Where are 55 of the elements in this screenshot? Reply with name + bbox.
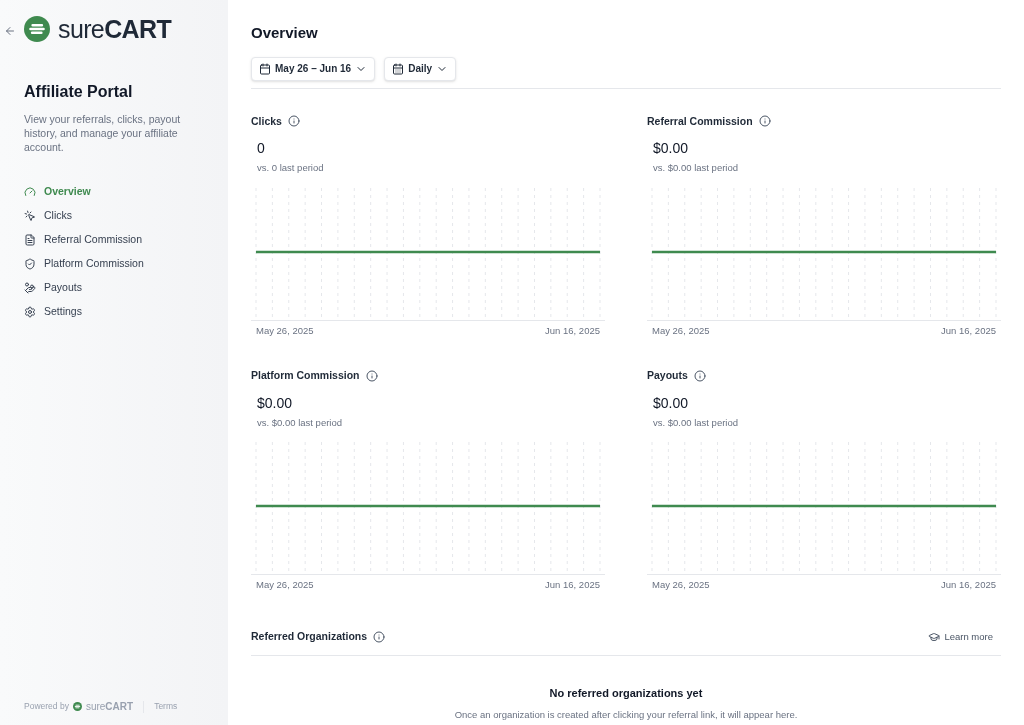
nav-item[interactable]: Settings [24,304,204,319]
logo-text: sureCART [58,16,172,42]
settings-icon [24,305,36,318]
start-date-label: May 26, 2025 [256,577,314,592]
empty-state-text: Once an organization is created after clicking your referral link, it will appear here. [454,708,798,723]
interval-dropdown[interactable]: Daily [384,56,457,81]
metric-value: $0.00 [653,395,690,410]
start-date-label: May 26, 2025 [652,577,710,592]
gauge-icon [24,185,36,198]
portal-description: View your referrals, clicks, payout history, and manage your affiliate account. [24,112,182,154]
cursor-click-icon [24,209,36,222]
info-icon[interactable] [693,369,706,382]
logo-icon [24,16,50,42]
calendar-icon [259,62,271,75]
comparison-text: vs. 0 last period [257,161,325,176]
nav-item[interactable]: Payouts [24,280,204,295]
learn-more-link[interactable]: Learn more [928,629,1001,644]
card-title: Platform Commission [251,367,360,383]
info-icon[interactable] [365,369,378,382]
start-date-label: May 26, 2025 [256,323,314,338]
date-range-dropdown[interactable]: May 26 – Jun 16 [251,56,376,81]
info-icon[interactable] [373,630,386,643]
comparison-text: vs. $0.00 last period [653,415,740,430]
portal-title: Affiliate Portal [24,82,134,102]
end-date-label: Jun 16, 2025 [941,577,996,592]
metric-value: $0.00 [653,141,690,156]
start-date-label: May 26, 2025 [652,323,710,338]
end-date-label: Jun 16, 2025 [545,577,600,592]
info-icon[interactable] [287,115,300,128]
nav-item[interactable]: Platform Commission [24,256,204,271]
end-date-label: Jun 16, 2025 [941,323,996,338]
card-title: Referral Commission [647,113,753,129]
end-date-label: Jun 16, 2025 [545,323,600,338]
metric-value: $0.00 [257,395,294,410]
section-title: Referred Organizations [251,629,368,644]
document-icon [24,233,36,246]
metric-value: 0 [257,141,266,156]
hand-coins-icon [24,281,36,294]
nav-item[interactable]: Referral Commission [24,232,204,247]
card-title: Payouts [647,367,688,383]
graduation-cap-icon [928,630,941,643]
card-title: Clicks [251,113,282,129]
calendar-icon [392,62,405,75]
shield-icon [24,257,36,270]
nav-item[interactable]: Overview [24,184,204,199]
nav-item[interactable]: Clicks [24,208,204,223]
page-title: Overview [251,23,319,43]
comparison-text: vs. $0.00 last period [257,415,344,430]
info-icon[interactable] [758,115,771,128]
comparison-text: vs. $0.00 last period [653,161,740,176]
powered-by-label: Powered by [24,700,69,713]
empty-state-title: No referred organizations yet [549,685,703,701]
footer-logo-text: sureCART [85,701,134,712]
footer-logo-icon [72,702,82,712]
back-arrow-icon[interactable] [4,25,16,37]
